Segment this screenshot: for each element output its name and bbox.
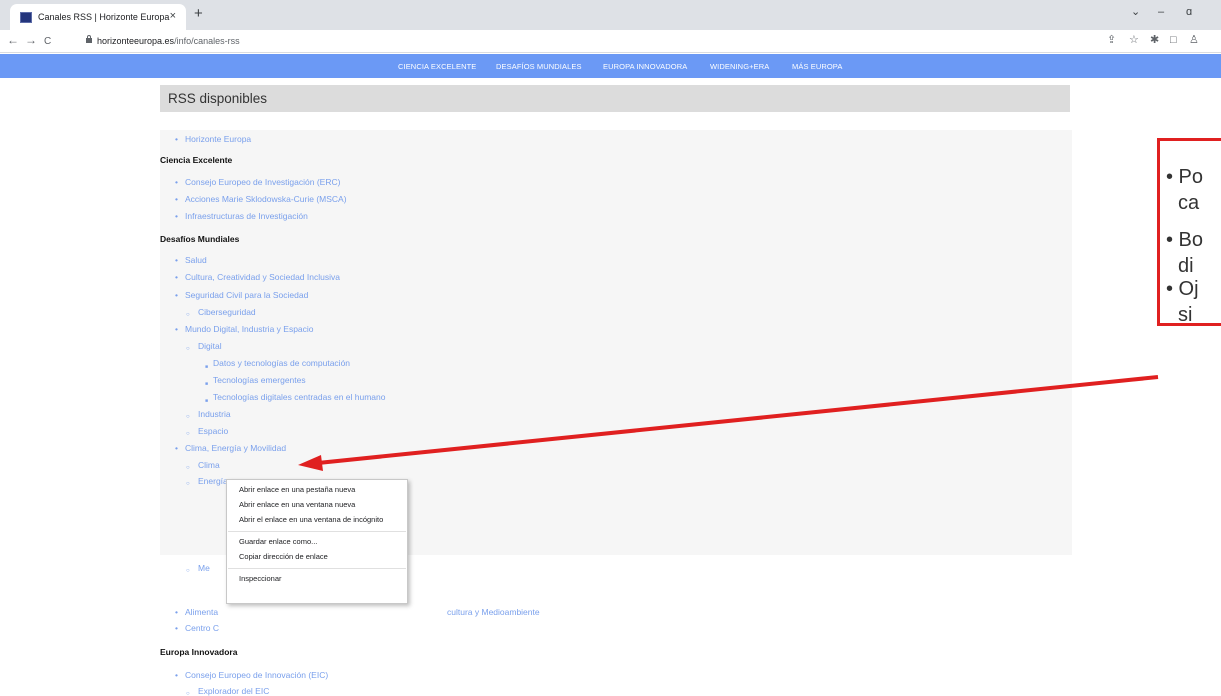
rss-link[interactable]: Energía: [198, 476, 228, 486]
list-bullet-icon: [205, 360, 208, 372]
page-title: RSS disponibles: [168, 91, 268, 106]
list-bullet-icon: [186, 410, 190, 422]
rss-link[interactable]: Ciberseguridad: [198, 307, 256, 317]
list-bullet-icon: [205, 394, 208, 406]
rss-link[interactable]: Me: [198, 563, 210, 573]
annotation-line: di: [1178, 255, 1194, 277]
menu-open-new-window[interactable]: Abrir enlace en una ventana nueva: [239, 500, 355, 509]
rss-link[interactable]: Clima: [198, 460, 220, 470]
menu-inspect[interactable]: Inspeccionar: [239, 574, 282, 583]
rss-link[interactable]: Salud: [185, 255, 207, 265]
restore-button[interactable]: ɑ: [1186, 7, 1192, 18]
address-bar[interactable]: horizonteeuropa.es/info/canales-rss: [97, 35, 240, 47]
annotation-line: • Po: [1166, 166, 1204, 188]
side-panel-icon[interactable]: □: [1170, 34, 1177, 47]
list-bullet-icon: [175, 134, 178, 144]
rss-link[interactable]: Industria: [198, 409, 231, 419]
list-bullet-icon: [175, 607, 178, 617]
list-bullet-icon: [186, 687, 190, 696]
annotation-callout: • Po ca • Bo di • Oj si “c: [1157, 138, 1221, 326]
list-bullet-icon: [175, 177, 178, 187]
tab-title: Canales RSS | Horizonte Europa: [38, 12, 170, 22]
page-heading-box: RSS disponibles: [160, 85, 1070, 112]
annotation-line: • Bo: [1166, 229, 1204, 251]
rss-link[interactable]: Clima, Energía y Movilidad: [185, 443, 286, 453]
rss-link[interactable]: Alimenta: [185, 607, 218, 617]
rss-link[interactable]: Cultura, Creatividad y Sociedad Inclusiv…: [185, 272, 340, 282]
minimize-button[interactable]: –: [1158, 7, 1164, 18]
menu-open-new-tab[interactable]: Abrir enlace en una pestaña nueva: [239, 485, 355, 494]
rss-link[interactable]: Espacio: [198, 426, 228, 436]
list-bullet-icon: [175, 211, 178, 221]
forward-icon[interactable]: →: [25, 34, 37, 47]
list-bullet-icon: [186, 564, 190, 576]
list-bullet-icon: [175, 443, 178, 453]
rss-link[interactable]: Consejo Europeo de Innovación (EIC): [185, 670, 328, 680]
rss-link[interactable]: Mundo Digital, Industria y Espacio: [185, 324, 314, 334]
context-menu: Abrir enlace en una pestaña nueva Abrir …: [226, 479, 408, 604]
lock-icon[interactable]: [86, 35, 92, 43]
annotation-line: ca: [1178, 192, 1200, 214]
nav-mas-europa[interactable]: MÁS EUROPA: [792, 62, 842, 71]
rss-link[interactable]: cultura y Medioambiente: [447, 607, 540, 617]
list-bullet-icon: [175, 623, 178, 633]
section-heading: Europa Innovadora: [160, 647, 238, 657]
browser-tab-bar: Canales RSS | Horizonte Europa × + ⌄ – ɑ: [0, 0, 1221, 30]
rss-link[interactable]: Horizonte Europa: [185, 134, 251, 144]
nav-europa-innovadora[interactable]: EUROPA INNOVADORA: [603, 62, 687, 71]
list-bullet-icon: [205, 377, 208, 389]
annotation-line: si: [1178, 304, 1193, 326]
rss-link[interactable]: Digital: [198, 341, 222, 351]
nav-ciencia-excelente[interactable]: CIENCIA EXCELENTE: [398, 62, 476, 71]
menu-open-incognito[interactable]: Abrir el enlace en una ventana de incógn…: [239, 515, 383, 524]
section-heading: Ciencia Excelente: [160, 155, 233, 165]
rss-link[interactable]: Centro C: [185, 623, 219, 633]
rss-link[interactable]: Explorador del EIC: [198, 686, 269, 696]
rss-link[interactable]: Seguridad Civil para la Sociedad: [185, 290, 308, 300]
list-bullet-icon: [186, 461, 190, 473]
share-icon[interactable]: ⇪: [1107, 34, 1116, 47]
rss-link[interactable]: Consejo Europeo de Investigación (ERC): [185, 177, 340, 187]
list-bullet-icon: [175, 272, 178, 282]
rss-link[interactable]: Tecnologías emergentes: [213, 375, 306, 385]
list-bullet-icon: [175, 194, 178, 204]
reload-icon[interactable]: C: [44, 35, 51, 48]
menu-save-link-as[interactable]: Guardar enlace como...: [239, 537, 317, 546]
site-favicon-icon: [20, 12, 32, 23]
nav-desafios-mundiales[interactable]: DESAFÍOS MUNDIALES: [496, 62, 582, 71]
list-bullet-icon: [186, 427, 190, 439]
url-host: horizonteeuropa.es: [97, 36, 175, 46]
list-bullet-icon: [186, 308, 190, 320]
rss-link[interactable]: Tecnologías digitales centradas en el hu…: [213, 392, 385, 402]
menu-separator: [228, 568, 406, 569]
list-bullet-icon: [175, 290, 178, 300]
annotation-line: • Oj: [1166, 278, 1199, 300]
list-bullet-icon: [175, 670, 178, 680]
list-bullet-icon: [186, 342, 190, 354]
section-heading: Desafíos Mundiales: [160, 234, 240, 244]
browser-tab[interactable]: Canales RSS | Horizonte Europa ×: [10, 4, 186, 30]
new-tab-button[interactable]: +: [194, 6, 203, 21]
site-navigation-bar: CIENCIA EXCELENTE DESAFÍOS MUNDIALES EUR…: [0, 54, 1221, 78]
tab-search-chevron-icon[interactable]: ⌄: [1131, 7, 1140, 18]
list-bullet-icon: [175, 255, 178, 265]
extensions-icon[interactable]: ✱: [1150, 34, 1159, 47]
profile-icon[interactable]: ♙: [1189, 34, 1199, 47]
back-icon[interactable]: ←: [7, 34, 19, 47]
tab-close-icon[interactable]: ×: [170, 10, 176, 22]
menu-separator: [228, 531, 406, 532]
list-bullet-icon: [186, 477, 190, 489]
list-bullet-icon: [175, 324, 178, 334]
rss-link[interactable]: Infraestructuras de Investigación: [185, 211, 308, 221]
browser-toolbar: ← → C horizonteeuropa.es/info/canales-rs…: [0, 30, 1221, 53]
menu-copy-link-address[interactable]: Copiar dirección de enlace: [239, 552, 328, 561]
nav-widening-era[interactable]: WIDENING+ERA: [710, 62, 769, 71]
rss-link[interactable]: Acciones Marie Sklodowska-Curie (MSCA): [185, 194, 347, 204]
rss-link[interactable]: Datos y tecnologías de computación: [213, 358, 350, 368]
bookmark-star-icon[interactable]: ☆: [1129, 34, 1139, 47]
url-path: /info/canales-rss: [174, 36, 240, 46]
